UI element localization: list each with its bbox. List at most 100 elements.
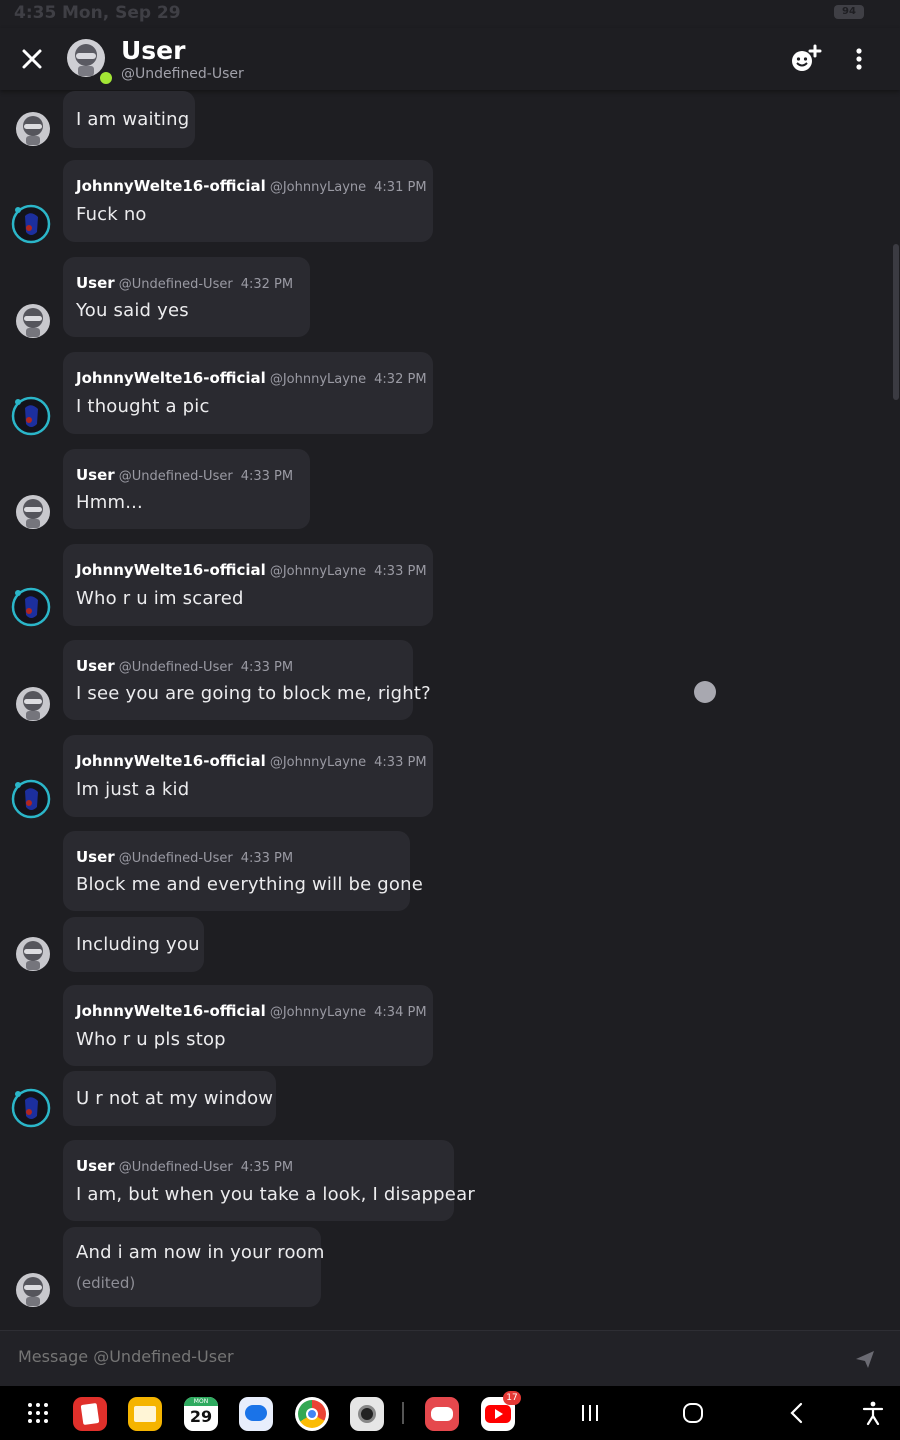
message-bubble[interactable]: JohnnyWelte16-official @JohnnyLayne 4:32 P… <box>63 352 433 434</box>
status-bar: 4:35 Mon, Sep 29 94 <box>0 0 900 28</box>
message-bubble[interactable]: Including you <box>63 917 204 972</box>
close-icon <box>22 49 42 69</box>
sender-handle: @Undefined-User <box>118 660 233 675</box>
user-avatar[interactable] <box>15 936 51 972</box>
accessibility-icon[interactable] <box>862 1401 884 1425</box>
message-bubble[interactable]: User @Undefined-User 4:35 PM I am, but whe… <box>63 1140 475 1221</box>
sender-name[interactable]: User <box>76 466 115 484</box>
message-text: Who r u pls stop <box>76 1029 226 1050</box>
message-bubble[interactable]: User @Undefined-User 4:33 PM Hmm... <box>63 449 310 529</box>
recents-icon[interactable] <box>579 1403 601 1423</box>
sender-name[interactable]: JohnnyWelte16-official <box>76 177 266 195</box>
message-text: Fuck no <box>76 204 147 225</box>
back-icon[interactable] <box>788 1402 806 1424</box>
message-time: 4:35 PM <box>240 1160 294 1175</box>
user-avatar[interactable] <box>15 494 51 530</box>
message-bubble[interactable]: JohnnyWelte16-official @JohnnyLayne 4:34 P… <box>63 985 433 1066</box>
sender-name[interactable]: User <box>76 657 115 675</box>
youtube-app-icon[interactable]: 17 <box>481 1391 521 1431</box>
add-friend-icon[interactable] <box>790 44 822 74</box>
notification-badge: 17 <box>503 1391 521 1405</box>
sender-name[interactable]: User <box>76 848 115 866</box>
message-text: Hmm... <box>76 492 143 513</box>
message-time: 4:34 PM <box>374 1005 427 1020</box>
sender-handle: @JohnnyLayne <box>269 564 367 579</box>
status-date: Mon, Sep 29 <box>62 3 181 23</box>
message-time: 4:33 PM <box>240 851 294 866</box>
sender-name[interactable]: JohnnyWelte16-official <box>76 369 266 387</box>
scrollbar-thumb[interactable] <box>893 244 899 400</box>
dock-divider <box>402 1402 404 1424</box>
more-vertical-icon[interactable] <box>846 44 872 74</box>
chrome-app-icon[interactable] <box>295 1397 329 1431</box>
message-text: Including you <box>76 934 200 955</box>
message-time: 4:33 PM <box>374 755 427 770</box>
system-nav-bar: MON 29 17 <box>0 1386 900 1440</box>
status-time: 4:35 <box>14 3 57 23</box>
user-avatar[interactable] <box>15 303 51 339</box>
message-bubble[interactable]: User @Undefined-User 4:33 PM Block me and … <box>63 831 423 911</box>
home-icon[interactable] <box>682 1402 704 1424</box>
message-time: 4:32 PM <box>374 372 427 387</box>
message-text: Block me and everything will be gone <box>76 874 423 895</box>
close-button[interactable] <box>18 45 46 73</box>
online-status-dot <box>98 70 114 86</box>
sender-name[interactable]: User <box>76 1157 115 1175</box>
sender-name[interactable]: User <box>76 274 115 292</box>
messages-app-icon[interactable] <box>239 1397 273 1431</box>
docs-app-icon[interactable] <box>73 1397 107 1431</box>
message-bubble[interactable]: JohnnyWelte16-official @JohnnyLayne 4:33 P… <box>63 544 433 626</box>
notes-app-icon[interactable] <box>128 1397 162 1431</box>
sender-handle: @JohnnyLayne <box>269 180 367 195</box>
chat-header: User @Undefined-User <box>0 28 900 90</box>
touch-cursor <box>694 681 716 703</box>
message-time: 4:31 PM <box>374 180 427 195</box>
message-text: You said yes <box>76 300 189 321</box>
user-avatar[interactable] <box>15 1272 51 1308</box>
sender-name[interactable]: JohnnyWelte16-official <box>76 561 266 579</box>
message-bubble[interactable]: User @Undefined-User 4:33 PM I see you are… <box>63 640 431 720</box>
sender-handle: @Undefined-User <box>118 1160 233 1175</box>
message-text: I see you are going to block me, right? <box>76 683 431 704</box>
sender-handle: @JohnnyLayne <box>269 755 367 770</box>
chat-title: User <box>121 36 186 65</box>
message-text: I am, but when you take a look, I disapp… <box>76 1184 475 1205</box>
message-bubble[interactable]: User @Undefined-User 4:32 PM You said yes <box>63 257 310 337</box>
johnny-avatar[interactable] <box>11 396 51 436</box>
user-avatar[interactable] <box>15 686 51 722</box>
sender-name[interactable]: JohnnyWelte16-official <box>76 752 266 770</box>
apps-grid-icon[interactable] <box>27 1402 49 1424</box>
message-text: Im just a kid <box>76 779 190 800</box>
send-icon[interactable] <box>854 1348 876 1370</box>
message-bubble[interactable]: JohnnyWelte16-official @JohnnyLayne 4:31 P… <box>63 160 433 242</box>
message-text: Who r u im scared <box>76 588 244 609</box>
johnny-avatar[interactable] <box>11 1088 51 1128</box>
johnny-avatar[interactable] <box>11 779 51 819</box>
sender-handle: @Undefined-User <box>118 469 233 484</box>
sender-name[interactable]: JohnnyWelte16-official <box>76 1002 266 1020</box>
message-bubble[interactable]: U r not at my window <box>63 1071 276 1126</box>
calendar-month: MON <box>184 1397 218 1406</box>
message-text: I am waiting <box>76 109 190 130</box>
camera-app-icon[interactable] <box>350 1397 384 1431</box>
chat-username: @Undefined-User <box>121 66 244 82</box>
sender-handle: @Undefined-User <box>118 277 233 292</box>
message-bubble[interactable]: And i am now in your room (edited) <box>63 1227 324 1307</box>
johnny-avatar[interactable] <box>11 204 51 244</box>
johnny-avatar[interactable] <box>11 587 51 627</box>
message-text: And i am now in your room <box>76 1242 325 1263</box>
message-time: 4:33 PM <box>240 660 294 675</box>
message-bubble[interactable]: I am waiting <box>63 91 195 148</box>
message-input[interactable] <box>18 1347 818 1366</box>
game-app-icon[interactable] <box>425 1397 459 1431</box>
message-time: 4:32 PM <box>240 277 294 292</box>
user-avatar[interactable] <box>15 111 51 147</box>
calendar-app-icon[interactable]: MON 29 <box>184 1397 218 1431</box>
message-time: 4:33 PM <box>374 564 427 579</box>
battery-indicator: 94 <box>834 5 864 19</box>
message-text: U r not at my window <box>76 1088 274 1109</box>
message-bubble[interactable]: JohnnyWelte16-official @JohnnyLayne 4:33 P… <box>63 735 433 817</box>
sender-handle: @Undefined-User <box>118 851 233 866</box>
message-text: I thought a pic <box>76 396 210 417</box>
message-composer <box>0 1330 900 1387</box>
